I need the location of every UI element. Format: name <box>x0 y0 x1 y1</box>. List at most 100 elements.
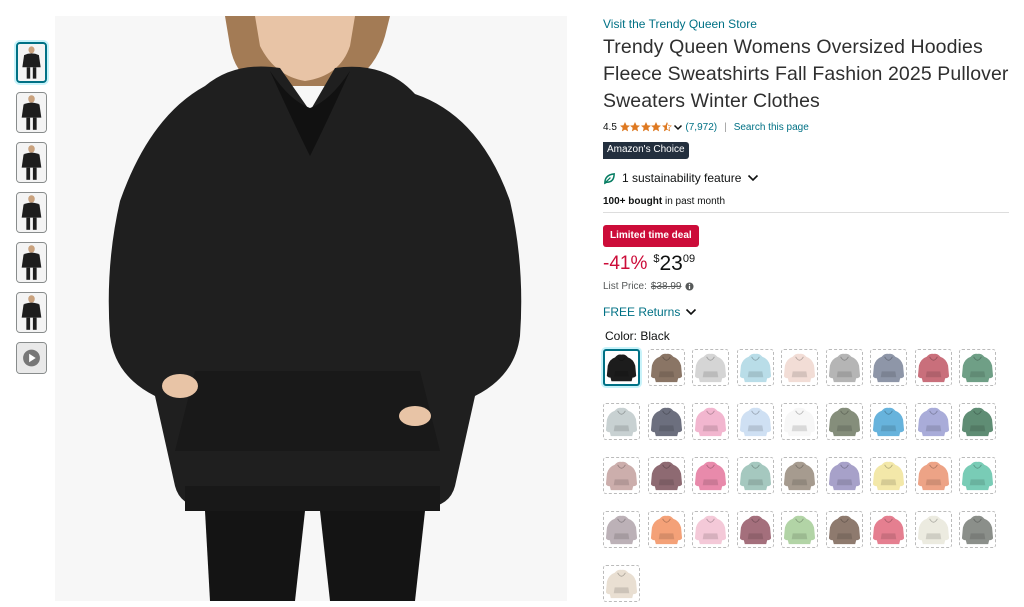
color-swatch[interactable] <box>914 349 952 386</box>
color-swatch[interactable] <box>825 403 863 440</box>
hoodie-swatch-image <box>605 461 638 491</box>
star-icon <box>630 122 641 132</box>
rating-row: 4.5 (7,972) | Search this page <box>603 120 1009 134</box>
thumbnail-picture <box>17 93 46 132</box>
color-swatch[interactable] <box>781 457 818 494</box>
thumbnail-image[interactable] <box>16 242 47 283</box>
color-swatch[interactable] <box>959 511 996 548</box>
color-swatch[interactable] <box>692 457 729 494</box>
color-swatch[interactable] <box>647 403 685 440</box>
hoodie-swatch-image <box>783 461 816 491</box>
hoodie-swatch-image <box>872 515 905 545</box>
thumbnail-image[interactable] <box>16 92 47 133</box>
color-swatch[interactable] <box>825 511 863 548</box>
hoodie-swatch-image <box>739 353 771 383</box>
rating-stars[interactable] <box>619 122 673 132</box>
divider <box>603 212 1009 213</box>
color-swatch[interactable] <box>692 349 729 386</box>
hoodie-swatch-image <box>828 515 860 545</box>
color-swatch[interactable] <box>870 457 907 494</box>
discount-percent: -41% <box>603 253 648 274</box>
color-swatch[interactable] <box>692 511 729 548</box>
hoodie-swatch-image <box>694 515 727 545</box>
color-swatch[interactable] <box>914 457 952 494</box>
color-swatch[interactable] <box>781 511 818 548</box>
main-product-image[interactable] <box>55 16 567 601</box>
hoodie-swatch-image <box>694 353 727 383</box>
star-icon <box>661 122 672 132</box>
price-whole: 23 <box>659 252 683 275</box>
thumbnail-video[interactable] <box>16 342 47 374</box>
thumbnail-picture <box>17 193 46 232</box>
hoodie-swatch-image <box>605 407 638 437</box>
hoodie-swatch-image <box>650 407 682 437</box>
color-swatch[interactable] <box>603 349 640 386</box>
color-swatch[interactable] <box>959 457 996 494</box>
product-details: Visit the Trendy Queen Store Trendy Quee… <box>603 16 1009 602</box>
thumbnail-image[interactable] <box>16 142 47 183</box>
color-swatch[interactable] <box>959 403 996 440</box>
color-swatch[interactable] <box>914 403 952 440</box>
chevron-down-icon[interactable] <box>673 122 683 132</box>
thumbnail-picture <box>17 143 46 182</box>
thumbnail-image[interactable] <box>16 192 47 233</box>
hoodie-swatch-image <box>650 515 682 545</box>
hoodie-swatch-image <box>828 407 860 437</box>
bought-period: in past month <box>664 196 726 207</box>
color-swatch[interactable] <box>603 511 640 548</box>
color-swatch[interactable] <box>736 403 774 440</box>
hoodie-swatch-image <box>961 515 994 545</box>
color-swatch[interactable] <box>736 511 774 548</box>
hoodie-swatch-image <box>828 353 860 383</box>
chevron-down-icon <box>686 308 697 316</box>
color-swatch[interactable] <box>781 403 818 440</box>
chevron-down-icon[interactable] <box>747 173 759 183</box>
hoodie-swatch-image <box>828 461 860 491</box>
hoodie-swatch-image <box>605 569 638 599</box>
color-swatch[interactable] <box>825 349 863 386</box>
star-icon <box>651 122 662 132</box>
search-this-page-link[interactable]: Search this page <box>734 122 809 133</box>
hoodie-swatch-image <box>606 354 637 382</box>
hoodie-swatch-image <box>917 461 949 491</box>
color-swatch[interactable] <box>870 349 907 386</box>
thumbnail-image[interactable] <box>16 292 47 333</box>
sustainability-row[interactable]: 1 sustainability feature <box>603 170 1009 186</box>
color-swatch[interactable] <box>870 511 907 548</box>
price-fraction: 09 <box>682 253 696 265</box>
thumbnail-image[interactable] <box>16 42 47 83</box>
color-swatch[interactable] <box>647 511 685 548</box>
bought-count: 100+ bought <box>603 196 663 207</box>
separator: | <box>724 121 727 133</box>
color-swatch[interactable] <box>603 565 640 602</box>
bought-in-past-month: 100+ bought in past month <box>603 196 1009 207</box>
color-swatch[interactable] <box>603 403 640 440</box>
hoodie-swatch-image <box>650 461 682 491</box>
choice-prefix: Amazon's <box>607 144 651 155</box>
rating-count-link[interactable]: (7,972) <box>685 122 717 133</box>
color-swatch[interactable] <box>647 457 685 494</box>
free-returns-link[interactable]: FREE Returns <box>603 305 1009 319</box>
star-icon <box>619 122 630 132</box>
play-icon <box>17 343 46 373</box>
color-swatch[interactable] <box>603 457 640 494</box>
hoodie-swatch-image <box>605 515 638 545</box>
color-swatch[interactable] <box>825 457 863 494</box>
thumbnail-list <box>16 42 50 383</box>
color-swatch[interactable] <box>870 403 907 440</box>
hoodie-swatch-image <box>694 407 727 437</box>
color-swatch[interactable] <box>959 349 996 386</box>
color-swatch[interactable] <box>647 349 685 386</box>
color-swatches <box>603 349 1009 602</box>
color-swatch[interactable] <box>781 349 818 386</box>
store-link[interactable]: Visit the Trendy Queen Store <box>603 16 1009 32</box>
hoodie-swatch-image <box>872 353 905 383</box>
hoodie-swatch-image <box>783 353 816 383</box>
color-swatch[interactable] <box>692 403 729 440</box>
color-swatch[interactable] <box>736 349 774 386</box>
rating-value: 4.5 <box>603 121 617 133</box>
thumbnail-picture <box>17 243 46 282</box>
color-swatch[interactable] <box>914 511 952 548</box>
info-icon[interactable] <box>684 282 694 291</box>
color-swatch[interactable] <box>736 457 774 494</box>
